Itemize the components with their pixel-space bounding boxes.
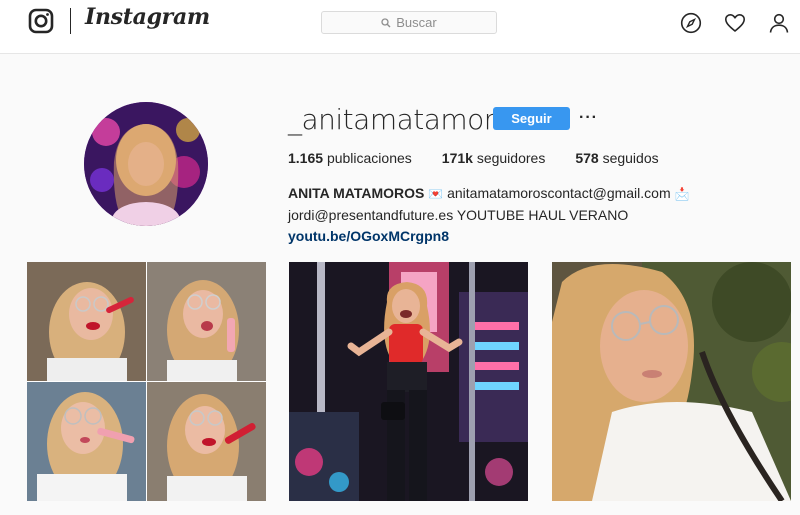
post-thumbnail[interactable] <box>289 262 528 501</box>
follow-button[interactable]: Seguir <box>493 107 570 130</box>
posts-label: publicaciones <box>326 150 412 166</box>
profile-username: _anitamatamoros <box>288 103 525 136</box>
search-input[interactable]: Buscar <box>321 11 497 34</box>
post-image <box>289 262 528 501</box>
post-image <box>27 262 266 501</box>
post-thumbnail[interactable] <box>27 262 266 501</box>
posts-stat: 1.165 publicaciones <box>288 150 412 166</box>
search-icon <box>381 17 391 27</box>
avatar-photo <box>84 102 208 226</box>
following-count: 578 <box>575 150 599 166</box>
bio-full-name: ANITA MATAMOROS <box>288 185 425 201</box>
profile-stats: 1.165 publicaciones 171k seguidores 578 … <box>288 150 689 166</box>
followers-stat[interactable]: 171k seguidores <box>442 150 546 166</box>
heart-icon[interactable] <box>724 12 746 34</box>
bio-external-link[interactable]: youtu.be/OGoxMCrgpn8 <box>288 228 449 244</box>
compass-icon[interactable] <box>680 12 702 34</box>
logo-divider <box>70 8 71 34</box>
followers-count: 171k <box>441 150 473 166</box>
instagram-logo-icon[interactable] <box>28 8 54 34</box>
profile-icon[interactable] <box>768 12 790 34</box>
search-placeholder: Buscar <box>396 15 437 30</box>
bio-text: jordi@presentandfuture.es YOUTUBE HAUL V… <box>288 207 629 223</box>
post-thumbnail[interactable] <box>552 262 791 501</box>
following-label: seguidos <box>602 150 659 166</box>
bio-line-1: ANITA MATAMOROS 💌 anitamatamoroscontact@… <box>288 183 793 205</box>
posts-count: 1.165 <box>288 150 324 166</box>
instagram-wordmark[interactable]: Instagram <box>85 4 210 30</box>
more-options-button[interactable]: ··· <box>579 109 598 127</box>
envelope-emoji-icon: 📩 <box>674 187 690 201</box>
post-image <box>552 262 791 501</box>
bio-email: anitamatamoroscontact@gmail.com <box>447 185 671 201</box>
top-navigation-bar: Instagram Buscar <box>0 0 800 54</box>
bio-line-2: jordi@presentandfuture.es YOUTUBE HAUL V… <box>288 205 793 247</box>
profile-bio: ANITA MATAMOROS 💌 anitamatamoroscontact@… <box>288 183 793 247</box>
profile-avatar[interactable] <box>84 102 208 226</box>
heart-letter-emoji-icon: 💌 <box>428 187 444 201</box>
followers-label: seguidores <box>476 150 546 166</box>
following-stat[interactable]: 578 seguidos <box>575 150 658 166</box>
